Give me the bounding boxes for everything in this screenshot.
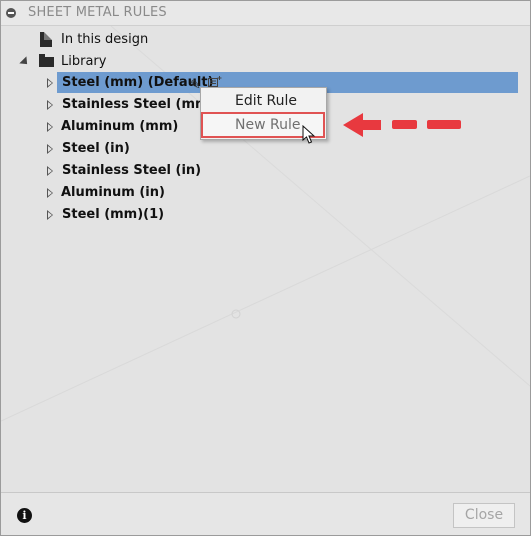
dialog-footer: i Close bbox=[1, 492, 530, 535]
rule-label: Stainless Steel (in) bbox=[62, 163, 202, 178]
sheet-metal-rules-dialog: SHEET METAL RULES In this design Library… bbox=[0, 0, 531, 536]
close-button[interactable]: Close bbox=[453, 503, 515, 528]
rule-label: Aluminum (in) bbox=[61, 185, 165, 200]
document-icon bbox=[40, 32, 52, 47]
tree-item-label: Library bbox=[61, 54, 107, 69]
collapsed-caret-icon[interactable] bbox=[47, 78, 53, 88]
dialog-header: SHEET METAL RULES bbox=[1, 1, 530, 26]
rule-label: Steel (in) bbox=[62, 141, 130, 156]
rule-label: Stainless Steel (mm) bbox=[62, 97, 215, 112]
library-rule-aluminum-in[interactable]: Aluminum (in) bbox=[1, 182, 301, 204]
library-rule-steel-mm-1[interactable]: Steel (mm)(1) bbox=[1, 204, 301, 226]
folder-icon bbox=[39, 54, 54, 67]
rule-label: Aluminum (mm) bbox=[61, 119, 179, 134]
rule-label: Steel (mm)(1) bbox=[62, 207, 165, 222]
expanded-caret-icon[interactable] bbox=[19, 56, 31, 68]
info-icon[interactable]: i bbox=[17, 508, 32, 523]
library-rule-steel-in[interactable]: Steel (in) bbox=[1, 138, 301, 160]
collapsed-caret-icon[interactable] bbox=[47, 166, 53, 176]
tree-item-label: In this design bbox=[61, 32, 149, 47]
collapsed-caret-icon[interactable] bbox=[47, 122, 53, 132]
collapsed-caret-icon[interactable] bbox=[47, 144, 53, 154]
library-rule-stainless-steel-in[interactable]: Stainless Steel (in) bbox=[1, 160, 301, 182]
tree-item-in-this-design[interactable]: In this design bbox=[1, 29, 301, 51]
tree-item-library[interactable]: Library bbox=[1, 51, 301, 73]
menu-item-label: Edit Rule bbox=[235, 93, 298, 109]
collapsed-caret-icon[interactable] bbox=[47, 210, 53, 220]
dialog-title: SHEET METAL RULES bbox=[28, 5, 167, 20]
minus-circle-icon[interactable] bbox=[6, 8, 16, 18]
collapsed-caret-icon[interactable] bbox=[47, 188, 53, 198]
mouse-cursor-icon bbox=[302, 125, 316, 144]
menu-item-edit-rule[interactable]: Edit Rule bbox=[201, 90, 326, 112]
red-arrow-annotation-icon bbox=[343, 113, 461, 137]
collapsed-caret-icon[interactable] bbox=[47, 100, 53, 110]
